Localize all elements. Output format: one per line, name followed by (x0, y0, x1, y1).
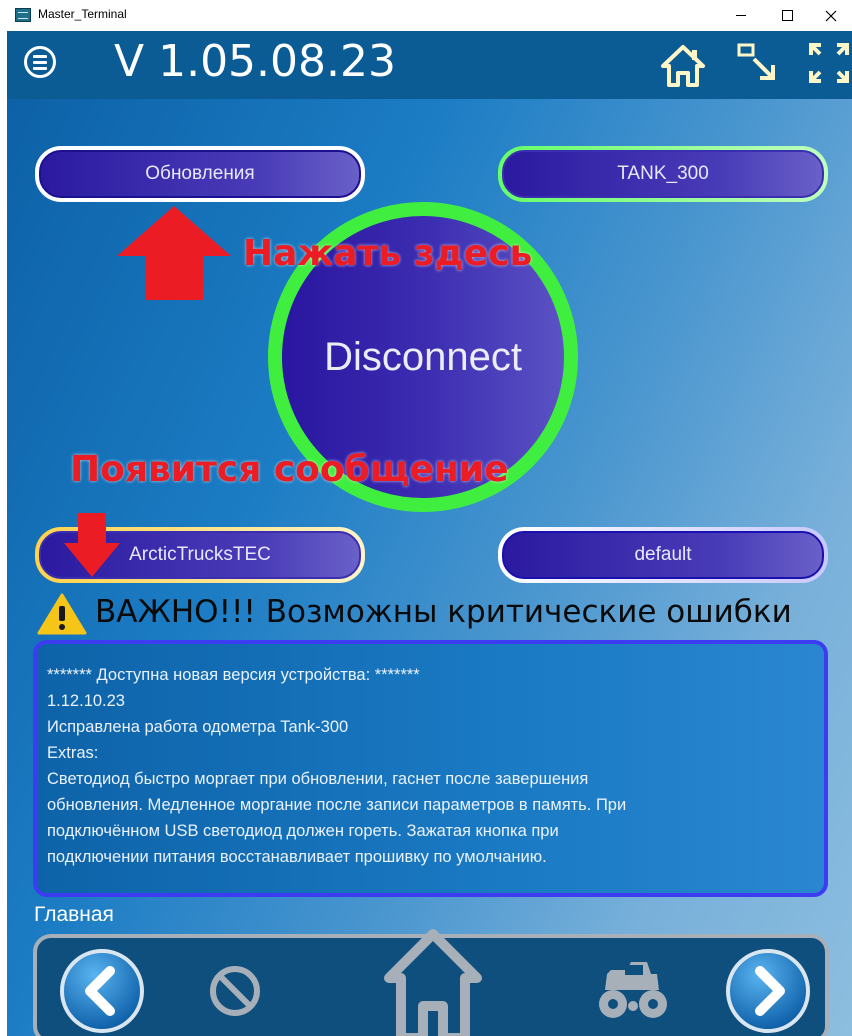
message-line: Исправлена работа одометра Tank-300 (47, 718, 349, 736)
maximize-button[interactable] (764, 0, 810, 31)
bottom-navbar (33, 929, 829, 1036)
forward-icon (726, 949, 810, 1033)
updates-button-label: Обновления (39, 150, 361, 198)
menu-icon-bar (33, 66, 47, 70)
back-button[interactable] (58, 947, 146, 1036)
disconnect-label: Disconnect (324, 334, 522, 379)
warning-row: ВАЖНО!!! Возможны критические ошибки (37, 588, 837, 638)
warning-text: ВАЖНО!!! Возможны критические ошибки (95, 594, 792, 630)
update-message-box: ******* Доступна новая версия устройства… (33, 640, 828, 897)
header-home-button[interactable] (659, 41, 707, 93)
profile-button-label: default (502, 531, 824, 579)
arrow-up-icon (117, 206, 231, 300)
header-fullscreen-button[interactable] (807, 41, 851, 89)
home-icon (384, 929, 482, 1036)
app-header: V 1.05.08.23 (7, 31, 852, 99)
vehicle-button[interactable] (597, 960, 669, 1028)
version-label: V 1.05.08.23 (114, 36, 397, 87)
forward-button[interactable] (724, 947, 812, 1036)
close-icon (825, 10, 837, 21)
message-line: обновления. Медленное моргание после зап… (47, 796, 627, 814)
maximize-icon (781, 10, 793, 21)
annotation-message-appears: Появится сообщение (70, 449, 509, 490)
updates-button[interactable]: Обновления (35, 146, 365, 202)
minimize-button[interactable] (718, 0, 764, 31)
message-line: 1.12.10.23 (47, 692, 125, 710)
nav-home-button[interactable] (383, 926, 483, 1036)
app-window: V 1.05.08.23 Обновления TANK_300 Disconn… (7, 31, 852, 1036)
resize-icon (737, 43, 775, 80)
message-line: подключённом USB светодиод должен гореть… (47, 822, 559, 840)
profile-button[interactable]: default (498, 527, 828, 583)
message-line: ******* Доступна новая версия устройства… (47, 666, 420, 684)
back-icon (60, 949, 144, 1033)
vehicle-icon (599, 962, 667, 1018)
menu-button[interactable] (24, 46, 56, 78)
device-button-label: TANK_300 (502, 150, 824, 198)
arrow-down-icon (64, 513, 120, 577)
nav-label: Главная (34, 903, 114, 926)
header-resize-button[interactable] (736, 41, 780, 89)
home-icon (661, 45, 705, 87)
warning-icon (37, 593, 87, 635)
app-icon (15, 8, 31, 22)
window-titlebar: Master_Terminal (0, 0, 852, 31)
menu-icon-bar (33, 54, 47, 58)
block-button[interactable] (207, 963, 263, 1023)
menu-icon-bar (33, 60, 47, 64)
message-line: подключении питания восстанавливает прош… (47, 848, 547, 866)
annotation-press-here: Нажать здесь (243, 233, 533, 274)
close-button[interactable] (808, 0, 852, 31)
message-line: Extras: (47, 744, 99, 762)
fullscreen-icon (809, 43, 849, 83)
device-button[interactable]: TANK_300 (498, 146, 828, 202)
minimize-icon (736, 15, 746, 16)
block-icon (210, 966, 260, 1016)
window-title: Master_Terminal (38, 7, 127, 21)
message-line: Светодиод быстро моргает при обновлении,… (47, 770, 589, 788)
